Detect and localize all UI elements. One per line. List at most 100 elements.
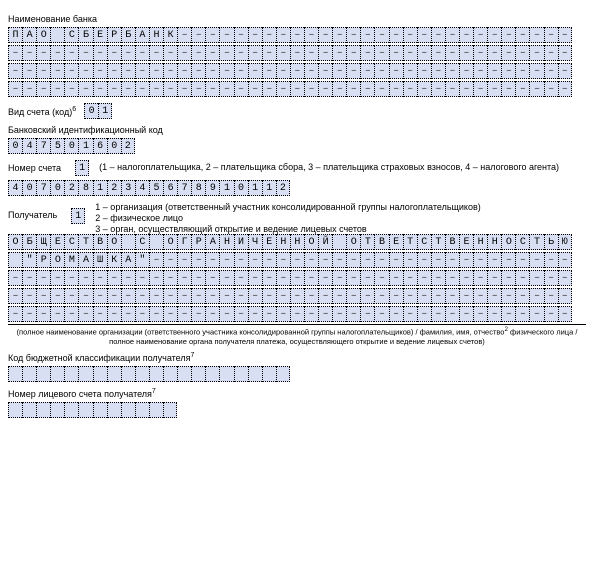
cell[interactable]: – <box>149 252 163 268</box>
cell[interactable]: – <box>501 288 515 304</box>
cell[interactable]: – <box>389 81 403 97</box>
cell[interactable]: – <box>64 270 78 286</box>
cell[interactable]: – <box>431 63 445 79</box>
cell[interactable]: – <box>177 288 191 304</box>
cell[interactable]: – <box>304 27 318 43</box>
cell[interactable] <box>248 366 262 382</box>
cell[interactable]: – <box>374 288 388 304</box>
cell[interactable]: – <box>290 81 304 97</box>
cell[interactable] <box>149 402 163 418</box>
cell[interactable] <box>36 366 50 382</box>
cell[interactable]: – <box>487 63 501 79</box>
cell[interactable]: – <box>219 81 233 97</box>
cell[interactable]: – <box>473 306 487 322</box>
cell[interactable]: – <box>93 288 107 304</box>
cell[interactable] <box>332 234 346 250</box>
cell[interactable]: – <box>515 306 529 322</box>
cell[interactable]: – <box>248 270 262 286</box>
cell[interactable]: – <box>515 45 529 61</box>
cell[interactable]: – <box>64 306 78 322</box>
cell[interactable]: О <box>501 234 515 250</box>
cell[interactable]: – <box>417 81 431 97</box>
cell[interactable]: – <box>177 270 191 286</box>
cell[interactable]: – <box>346 306 360 322</box>
cell[interactable]: – <box>36 63 50 79</box>
cell[interactable]: – <box>346 63 360 79</box>
cell[interactable]: – <box>64 288 78 304</box>
cell[interactable]: – <box>262 63 276 79</box>
cell[interactable]: 4 <box>135 180 149 196</box>
cell[interactable]: 1 <box>71 208 85 224</box>
cell[interactable]: М <box>64 252 78 268</box>
cell[interactable]: – <box>389 27 403 43</box>
cell[interactable]: – <box>177 81 191 97</box>
cell[interactable]: Н <box>290 234 304 250</box>
cell[interactable] <box>107 366 121 382</box>
cell[interactable]: – <box>135 81 149 97</box>
cell[interactable]: С <box>135 234 149 250</box>
cell[interactable]: – <box>487 81 501 97</box>
cell[interactable]: Г <box>177 234 191 250</box>
cell[interactable]: Ч <box>248 234 262 250</box>
cell[interactable]: – <box>290 288 304 304</box>
cell[interactable]: – <box>501 270 515 286</box>
cell[interactable]: Й <box>318 234 332 250</box>
cell[interactable]: – <box>417 63 431 79</box>
cell[interactable]: – <box>529 252 543 268</box>
cell[interactable]: – <box>501 81 515 97</box>
cell[interactable] <box>78 402 92 418</box>
cell[interactable]: С <box>64 234 78 250</box>
ls-cells[interactable] <box>8 402 586 418</box>
cell[interactable]: – <box>473 252 487 268</box>
cell[interactable]: – <box>248 81 262 97</box>
cell[interactable]: – <box>374 270 388 286</box>
cell[interactable]: – <box>318 288 332 304</box>
cell[interactable]: – <box>290 252 304 268</box>
cell[interactable]: 2 <box>107 180 121 196</box>
cell[interactable]: – <box>36 270 50 286</box>
cell[interactable] <box>8 252 22 268</box>
cell[interactable]: – <box>78 306 92 322</box>
cell[interactable]: Н <box>473 234 487 250</box>
cell[interactable]: 0 <box>64 138 78 154</box>
cell[interactable]: – <box>544 252 558 268</box>
cell[interactable]: – <box>50 45 64 61</box>
cell[interactable]: – <box>501 63 515 79</box>
cell[interactable]: – <box>290 27 304 43</box>
cell[interactable]: – <box>50 81 64 97</box>
cell[interactable]: А <box>205 234 219 250</box>
cell[interactable]: – <box>248 63 262 79</box>
cell[interactable]: Т <box>403 234 417 250</box>
cell[interactable]: – <box>544 288 558 304</box>
cell[interactable]: – <box>276 270 290 286</box>
cell[interactable]: – <box>234 81 248 97</box>
cell[interactable]: – <box>374 81 388 97</box>
cell[interactable]: – <box>234 27 248 43</box>
cell[interactable]: Т <box>431 234 445 250</box>
cell[interactable]: – <box>163 288 177 304</box>
cell[interactable]: – <box>374 45 388 61</box>
cell[interactable]: Р <box>36 252 50 268</box>
cell[interactable]: – <box>515 27 529 43</box>
cell[interactable]: – <box>149 270 163 286</box>
cell[interactable]: – <box>445 63 459 79</box>
cell[interactable]: – <box>346 288 360 304</box>
cell[interactable]: – <box>262 270 276 286</box>
cell[interactable]: – <box>318 45 332 61</box>
cell[interactable]: – <box>191 252 205 268</box>
cell[interactable]: – <box>191 270 205 286</box>
cell[interactable]: – <box>332 27 346 43</box>
cell[interactable] <box>205 366 219 382</box>
cell[interactable]: – <box>219 252 233 268</box>
cell[interactable]: 0 <box>8 138 22 154</box>
cell[interactable]: Т <box>529 234 543 250</box>
cell[interactable]: – <box>459 45 473 61</box>
cell[interactable]: – <box>515 288 529 304</box>
cell[interactable]: – <box>501 252 515 268</box>
cell[interactable]: " <box>22 252 36 268</box>
cell[interactable]: – <box>529 63 543 79</box>
cell[interactable]: – <box>22 270 36 286</box>
cell[interactable]: – <box>403 288 417 304</box>
cell[interactable]: А <box>78 252 92 268</box>
cell[interactable]: Т <box>360 234 374 250</box>
